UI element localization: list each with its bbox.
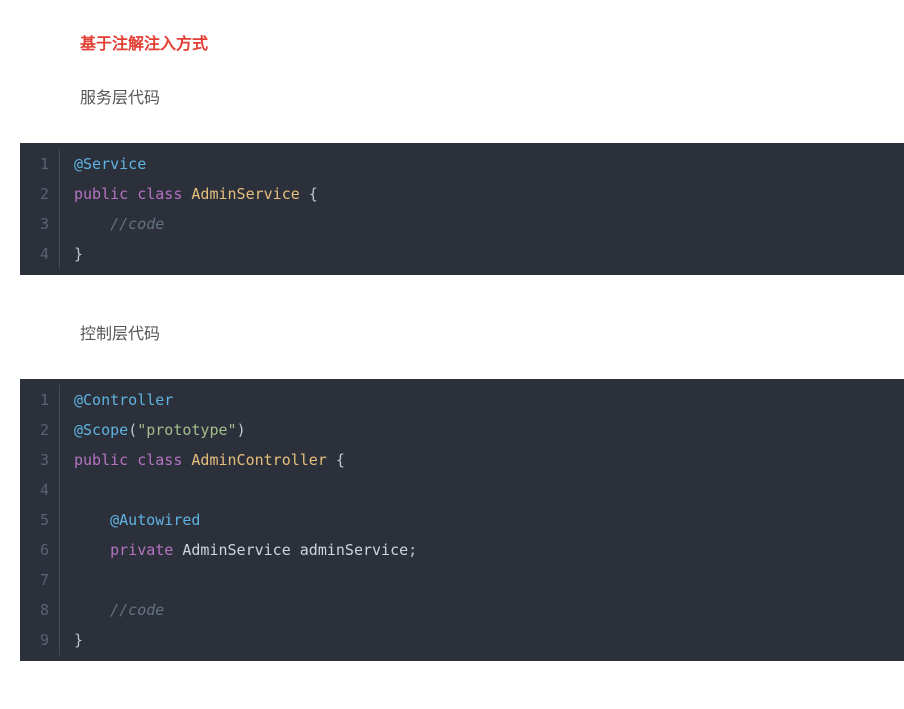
- code-content: public class AdminController {: [60, 445, 345, 475]
- line-number: 3: [20, 209, 60, 239]
- code-line: 4: [20, 475, 904, 505]
- code-token: class: [137, 451, 182, 469]
- code-token: private: [110, 541, 173, 559]
- code-token: AdminController: [191, 451, 326, 469]
- code-content: public class AdminService {: [60, 179, 318, 209]
- code-line: 1 @Controller: [20, 385, 904, 415]
- code-token: [74, 601, 110, 619]
- code-token: @Autowired: [110, 511, 200, 529]
- line-number: 7: [20, 565, 60, 595]
- code-content: //code: [60, 209, 164, 239]
- line-number: 8: [20, 595, 60, 625]
- code-content: @Service: [60, 149, 146, 179]
- doc-section: 控制层代码: [0, 275, 904, 379]
- code-token: public: [74, 185, 128, 203]
- code-token: [74, 215, 110, 233]
- code-token: @Service: [74, 155, 146, 173]
- doc-section: 基于注解注入方式 服务层代码: [0, 0, 904, 143]
- code-token: class: [137, 185, 182, 203]
- code-line: 2public class AdminService {: [20, 179, 904, 209]
- code-content: private AdminService adminService;: [60, 535, 417, 565]
- code-token: [74, 541, 110, 559]
- code-token: [291, 541, 300, 559]
- code-content: //code: [60, 595, 164, 625]
- code-token: @Controller: [74, 391, 173, 409]
- code-line: 4}: [20, 239, 904, 269]
- code-token: [128, 185, 137, 203]
- subheading-1: 服务层代码: [80, 84, 904, 108]
- code-token: ;: [408, 541, 417, 559]
- code-token: //code: [110, 215, 164, 233]
- code-token: {: [300, 185, 318, 203]
- code-token: ): [237, 421, 246, 439]
- code-line: 9}: [20, 625, 904, 655]
- code-token: [74, 511, 110, 529]
- code-token: }: [74, 245, 83, 263]
- code-line: 7: [20, 565, 904, 595]
- code-line: 3 //code: [20, 209, 904, 239]
- code-token: }: [74, 631, 83, 649]
- line-number: 2: [20, 179, 60, 209]
- code-token: //code: [110, 601, 164, 619]
- code-block-controller: 1@Controller2@Scope("prototype")3public …: [20, 379, 904, 661]
- code-token: AdminService: [191, 185, 299, 203]
- line-number: 4: [20, 475, 60, 505]
- code-content: [60, 475, 83, 505]
- code-line: 3public class AdminController {: [20, 445, 904, 475]
- code-block-service: 1@Service2public class AdminService {3 /…: [20, 143, 904, 275]
- line-number: 5: [20, 505, 60, 535]
- code-line: 2@Scope("prototype"): [20, 415, 904, 445]
- code-content: [60, 565, 83, 595]
- code-content: }: [60, 625, 83, 655]
- code-token: @Scope: [74, 421, 128, 439]
- code-token: public: [74, 451, 128, 469]
- line-number: 4: [20, 239, 60, 269]
- code-token: {: [327, 451, 345, 469]
- line-number: 9: [20, 625, 60, 655]
- code-token: (: [128, 421, 137, 439]
- code-line: 1 @Service: [20, 149, 904, 179]
- line-number: 3: [20, 445, 60, 475]
- line-number: 1: [20, 149, 60, 179]
- subheading-2: 控制层代码: [80, 320, 904, 344]
- code-line: 5 @Autowired: [20, 505, 904, 535]
- code-token: adminService: [300, 541, 408, 559]
- code-line: 6 private AdminService adminService;: [20, 535, 904, 565]
- code-content: @Scope("prototype"): [60, 415, 246, 445]
- line-number: 2: [20, 415, 60, 445]
- heading-red: 基于注解注入方式: [80, 30, 904, 54]
- line-number: 1: [20, 385, 60, 415]
- code-token: "prototype": [137, 421, 236, 439]
- code-content: }: [60, 239, 83, 269]
- code-content: @Controller: [60, 385, 173, 415]
- code-line: 8 //code: [20, 595, 904, 625]
- code-token: AdminService: [182, 541, 290, 559]
- code-token: [128, 451, 137, 469]
- line-number: 6: [20, 535, 60, 565]
- code-content: @Autowired: [60, 505, 200, 535]
